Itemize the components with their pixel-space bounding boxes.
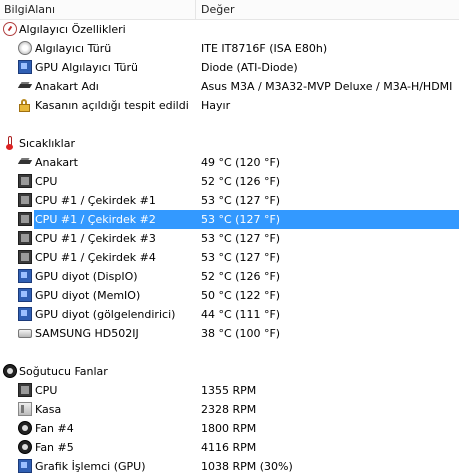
section-title: Sıcaklıklar <box>19 137 75 150</box>
column-header-field[interactable]: BilgiAlanı <box>4 0 55 19</box>
item-value: Diode (ATI-Diode) <box>201 61 298 74</box>
list-item[interactable]: Anakart 49 °C (120 °F) <box>0 153 459 172</box>
list-item[interactable]: CPU #1 / Çekirdek #1 53 °C (127 °F) <box>0 191 459 210</box>
column-header-value[interactable]: Değer <box>201 0 235 19</box>
gauge-icon <box>3 22 17 36</box>
item-label: GPU diyot (gölgelendirici) <box>35 308 176 321</box>
item-label: CPU #1 / Çekirdek #3 <box>35 232 156 245</box>
item-value: 1038 RPM (30%) <box>201 460 293 473</box>
case-icon <box>18 402 32 416</box>
item-value: 38 °C (100 °F) <box>201 327 281 340</box>
item-value: ITE IT8716F (ISA E80h) <box>201 42 328 55</box>
item-value: Hayır <box>201 99 231 112</box>
item-value: 44 °C (111 °F) <box>201 308 281 321</box>
cpu-icon <box>18 231 32 245</box>
cpu-icon <box>18 212 32 226</box>
list-item[interactable]: Grafik İşlemci (GPU) 1038 RPM (30%) <box>0 457 459 476</box>
item-label: CPU #1 / Çekirdek #1 <box>35 194 156 207</box>
item-label: GPU diyot (DispIO) <box>35 270 138 283</box>
list-item[interactable]: Fan #5 4116 RPM <box>0 438 459 457</box>
fan-icon <box>18 421 32 435</box>
item-value: 1355 RPM <box>201 384 257 397</box>
gpu-icon <box>18 307 32 321</box>
motherboard-icon <box>18 155 32 169</box>
motherboard-icon <box>18 79 32 93</box>
item-label: GPU diyot (MemIO) <box>35 289 141 302</box>
item-value: Asus M3A / M3A32-MVP Deluxe / M3A-H/HDMI <box>201 80 453 93</box>
item-label: Anakart <box>35 156 78 169</box>
item-value: 53 °C (127 °F) <box>201 213 281 226</box>
section-title: Soğutucu Fanlar <box>19 365 108 378</box>
section-header[interactable]: Soğutucu Fanlar <box>0 362 459 381</box>
item-label: CPU <box>35 175 58 188</box>
list-item[interactable]: CPU #1 / Çekirdek #2 53 °C (127 °F) <box>0 210 459 229</box>
item-value: 53 °C (127 °F) <box>201 251 281 264</box>
list-item[interactable]: GPU diyot (DispIO) 52 °C (126 °F) <box>0 267 459 286</box>
item-value: 52 °C (126 °F) <box>201 175 281 188</box>
item-label: CPU #1 / Çekirdek #2 <box>35 213 156 226</box>
gpu-icon <box>18 459 32 473</box>
section-header[interactable]: Sıcaklıklar <box>0 134 459 153</box>
cpu-icon <box>18 250 32 264</box>
item-label: Kasanın açıldığı tespit edildi <box>35 99 189 112</box>
list-item[interactable]: Fan #4 1800 RPM <box>0 419 459 438</box>
item-value: 2328 RPM <box>201 403 257 416</box>
spacer-row <box>0 343 459 362</box>
gpu-icon <box>18 288 32 302</box>
cpu-icon <box>18 193 32 207</box>
item-value: 52 °C (126 °F) <box>201 270 281 283</box>
list-item[interactable]: GPU diyot (gölgelendirici) 44 °C (111 °F) <box>0 305 459 324</box>
cpu-icon <box>18 383 32 397</box>
list-item[interactable]: Kasanın açıldığı tespit edildi Hayır <box>0 96 459 115</box>
thermometer-icon <box>3 136 17 150</box>
cpu-icon <box>18 174 32 188</box>
item-label: CPU <box>35 384 58 397</box>
spacer-row <box>0 115 459 134</box>
list-item[interactable]: Anakart Adı Asus M3A / M3A32-MVP Deluxe /… <box>0 77 459 96</box>
lock-icon <box>18 98 32 112</box>
item-value: 4116 RPM <box>201 441 257 454</box>
item-label: Kasa <box>35 403 62 416</box>
column-divider[interactable] <box>195 0 196 19</box>
sensor-list: Algılayıcı Özellikleri Algılayıcı Türü ITE… <box>0 20 459 476</box>
item-label: SAMSUNG HD502IJ <box>35 327 139 340</box>
list-item[interactable]: CPU 1355 RPM <box>0 381 459 400</box>
list-item[interactable]: CPU 52 °C (126 °F) <box>0 172 459 191</box>
item-label: GPU Algılayıcı Türü <box>35 61 138 74</box>
section-header[interactable]: Algılayıcı Özellikleri <box>0 20 459 39</box>
gpu-icon <box>18 269 32 283</box>
item-label: Fan #4 <box>35 422 74 435</box>
column-header: BilgiAlanı Değer <box>0 0 459 20</box>
list-item[interactable]: CPU #1 / Çekirdek #4 53 °C (127 °F) <box>0 248 459 267</box>
section-title: Algılayıcı Özellikleri <box>19 23 126 36</box>
fan-icon <box>18 440 32 454</box>
list-item[interactable]: Kasa 2328 RPM <box>0 400 459 419</box>
list-item[interactable]: CPU #1 / Çekirdek #3 53 °C (127 °F) <box>0 229 459 248</box>
list-item[interactable]: SAMSUNG HD502IJ 38 °C (100 °F) <box>0 324 459 343</box>
item-label: Fan #5 <box>35 441 74 454</box>
item-value: 50 °C (122 °F) <box>201 289 281 302</box>
list-item[interactable]: GPU Algılayıcı Türü Diode (ATI-Diode) <box>0 58 459 77</box>
fan-icon <box>3 364 17 378</box>
sensor-icon <box>18 41 32 55</box>
item-value: 53 °C (127 °F) <box>201 232 281 245</box>
item-label: Anakart Adı <box>35 80 99 93</box>
list-item[interactable]: GPU diyot (MemIO) 50 °C (122 °F) <box>0 286 459 305</box>
gpu-icon <box>18 60 32 74</box>
item-value: 49 °C (120 °F) <box>201 156 281 169</box>
item-label: CPU #1 / Çekirdek #4 <box>35 251 156 264</box>
item-label: Algılayıcı Türü <box>35 42 112 55</box>
item-value: 1800 RPM <box>201 422 257 435</box>
item-value: 53 °C (127 °F) <box>201 194 281 207</box>
item-label: Grafik İşlemci (GPU) <box>35 460 146 473</box>
list-item[interactable]: Algılayıcı Türü ITE IT8716F (ISA E80h) <box>0 39 459 58</box>
hard-disk-icon <box>18 329 32 338</box>
